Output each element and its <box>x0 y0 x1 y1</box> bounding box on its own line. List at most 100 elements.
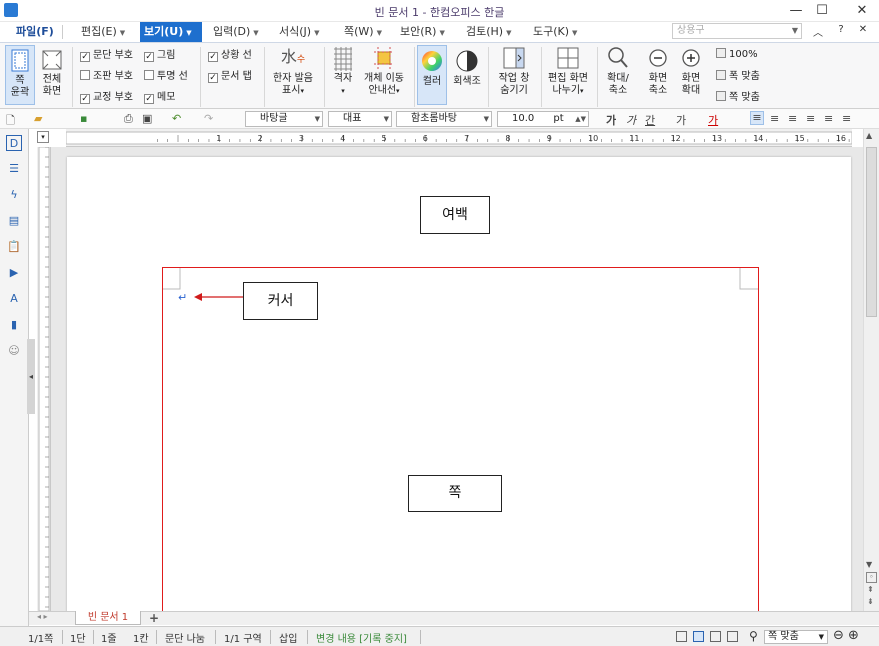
quick-text-search[interactable]: 상용구 ▼ <box>672 23 802 39</box>
ruler-number: 13 <box>712 134 722 143</box>
check-doc-tab[interactable]: ✓ 문서 탭 <box>208 70 252 83</box>
align-divide-icon[interactable]: ≡ <box>842 112 851 125</box>
ruler-corner[interactable]: ▾ <box>37 131 49 143</box>
menu-format[interactable]: 서식(J) ▼ <box>275 22 323 42</box>
status-zoom-in-icon[interactable]: ⊕ <box>848 628 859 643</box>
ruler-number: 2 <box>258 134 263 143</box>
page-select-icon[interactable]: ◦ <box>866 572 877 583</box>
grayscale-button[interactable]: 회색조 <box>450 45 484 88</box>
zoom-100-button[interactable]: 100% <box>716 48 758 61</box>
menu-review[interactable]: 검토(H) ▼ <box>462 22 516 42</box>
align-distribute-icon[interactable]: ≡ <box>824 112 833 125</box>
bookmark-icon[interactable]: ▮ <box>6 317 22 333</box>
tab-prev-icon[interactable]: ◂ ▸ <box>37 612 48 621</box>
align-justify-icon[interactable]: ≡ <box>750 111 764 125</box>
check-para-mark[interactable]: ✓ 문단 부호 <box>80 49 133 62</box>
zoom-button[interactable]: 확대/ 축소 <box>601 45 635 97</box>
font-size-combo[interactable]: 10.0 pt ▲▼ <box>497 111 589 127</box>
align-center-icon[interactable]: ≡ <box>788 112 797 125</box>
vertical-ruler[interactable] <box>37 146 51 612</box>
hanja-pronounce-button[interactable]: 水수 한자 발음 표시▾ <box>268 45 318 97</box>
hide-task-pane-button[interactable]: 작업 창 숨기기 <box>492 45 536 97</box>
status-insert[interactable]: 삽입 <box>279 630 297 645</box>
redo-icon[interactable]: ↷ <box>204 112 213 125</box>
close-doc-icon[interactable]: ✕ <box>855 24 871 35</box>
print-preview-icon[interactable]: ▣ <box>142 112 152 125</box>
add-tab-icon[interactable]: + <box>149 611 159 625</box>
status-track-changes[interactable]: 변경 내용 [기록 중지] <box>316 630 407 645</box>
checkbox-checked-icon: ✓ <box>208 73 218 83</box>
menu-edit[interactable]: 편집(E) ▼ <box>77 22 129 42</box>
check-transparent-line[interactable]: 투명 선 <box>144 70 188 83</box>
help-icon[interactable]: ? <box>833 24 849 35</box>
next-page-icon[interactable]: ⇟ <box>867 597 874 606</box>
grid-button[interactable]: 격자 ▾ <box>328 45 358 97</box>
horizontal-ruler[interactable]: 123456789101112131415161718 <box>65 129 879 147</box>
check-picture[interactable]: ✓ 그림 <box>144 49 175 62</box>
style-combo[interactable]: 바탕글 ▼ <box>245 111 323 127</box>
scroll-down-icon[interactable]: ▼ <box>866 560 872 569</box>
status-zoom-combo[interactable]: 쪽 맞춤 ▼ <box>764 630 828 644</box>
view-outline-icon[interactable] <box>727 631 738 642</box>
language-combo[interactable]: 대표 ▼ <box>328 111 392 127</box>
sidebar-collapse-handle[interactable]: ◂ <box>27 339 35 414</box>
zoom-out-button[interactable]: 화면 축소 <box>642 45 674 97</box>
scroll-thumb[interactable] <box>866 147 877 317</box>
close-icon[interactable]: ✕ <box>850 2 874 20</box>
view-page-icon[interactable] <box>693 631 704 642</box>
menu-file[interactable]: 파일(F) <box>12 22 58 42</box>
check-control-code[interactable]: 조판 부호 <box>80 70 133 83</box>
status-zoom-search-icon[interactable]: ⚲ <box>749 629 758 643</box>
underline-button[interactable]: 간 <box>645 112 655 128</box>
notes-icon[interactable]: ▤ <box>6 213 22 229</box>
print-icon[interactable]: ⎙ <box>124 112 133 126</box>
list-icon[interactable]: ☰ <box>6 161 22 177</box>
bold-button[interactable]: 가 <box>606 112 616 128</box>
object-move-guide-button[interactable]: 개체 이동 안내선▾ <box>360 45 408 97</box>
strike-button[interactable]: 가 <box>676 112 686 128</box>
menu-security[interactable]: 보안(R) ▼ <box>396 22 449 42</box>
menu-page[interactable]: 쪽(W) ▼ <box>340 22 386 42</box>
scroll-up-icon[interactable]: ▲ <box>866 131 872 140</box>
fit-width-button[interactable]: 폭 맞춤 <box>716 70 760 83</box>
status-zoom-out-icon[interactable]: ⊖ <box>833 628 844 643</box>
minimize-icon[interactable]: — <box>784 2 808 20</box>
check-memo[interactable]: ✓ 메모 <box>144 91 175 104</box>
doc-info-icon[interactable]: D <box>6 135 22 151</box>
menu-tools[interactable]: 도구(K) ▼ <box>529 22 581 42</box>
view-two-page-icon[interactable] <box>710 631 721 642</box>
color-view-button[interactable]: 컬러 <box>417 45 447 105</box>
play-icon[interactable]: ▶ <box>6 265 22 281</box>
collapse-ribbon-icon[interactable]: ︿ <box>810 24 826 39</box>
menu-insert[interactable]: 입력(D) ▼ <box>209 22 263 42</box>
clipboard-icon[interactable]: 📋 <box>6 239 22 255</box>
font-color-button[interactable]: 가 <box>708 112 718 128</box>
view-normal-icon[interactable] <box>676 631 687 642</box>
full-screen-button[interactable]: 전체 화면 <box>37 45 67 105</box>
save-icon[interactable]: ▪ <box>80 112 87 125</box>
zoom-in-button[interactable]: 화면 확대 <box>675 45 707 97</box>
label-cursor: 커서 <box>243 282 318 320</box>
grayscale-label: 회색조 <box>453 76 481 87</box>
spell-check-icon[interactable]: A <box>6 291 22 307</box>
user-icon[interactable]: ☺ <box>6 343 22 359</box>
undo-icon[interactable]: ↶ <box>172 112 181 125</box>
check-status-line[interactable]: ✓ 상황 선 <box>208 49 252 62</box>
page-outline-button[interactable]: 쪽 윤곽 <box>5 45 35 105</box>
check-proof-mark[interactable]: ✓ 교정 부호 <box>80 91 133 104</box>
split-edit-button[interactable]: 편집 화면 나누기▾ <box>544 45 592 97</box>
menu-view[interactable]: 보기(U) ▼ <box>140 22 202 42</box>
doc-tab-active[interactable]: 빈 문서 1 <box>75 611 141 625</box>
prev-page-icon[interactable]: ⇞ <box>867 585 874 594</box>
lightning-icon[interactable]: ϟ <box>6 187 22 203</box>
font-combo[interactable]: 함초롬바탕 ▼ <box>396 111 492 127</box>
status-col: 1칸 <box>133 634 149 645</box>
italic-button[interactable]: 가 <box>626 112 636 128</box>
status-separator <box>420 630 421 644</box>
align-left-icon[interactable]: ≡ <box>770 112 779 125</box>
maximize-icon[interactable]: ☐ <box>810 2 834 20</box>
open-folder-icon[interactable]: ▰ <box>34 112 42 125</box>
fit-page-button[interactable]: 쪽 맞춤 <box>716 91 760 104</box>
align-right-icon[interactable]: ≡ <box>806 112 815 125</box>
vertical-scrollbar[interactable]: ▲ ▼ ◦ ⇞ ⇟ <box>863 129 879 611</box>
